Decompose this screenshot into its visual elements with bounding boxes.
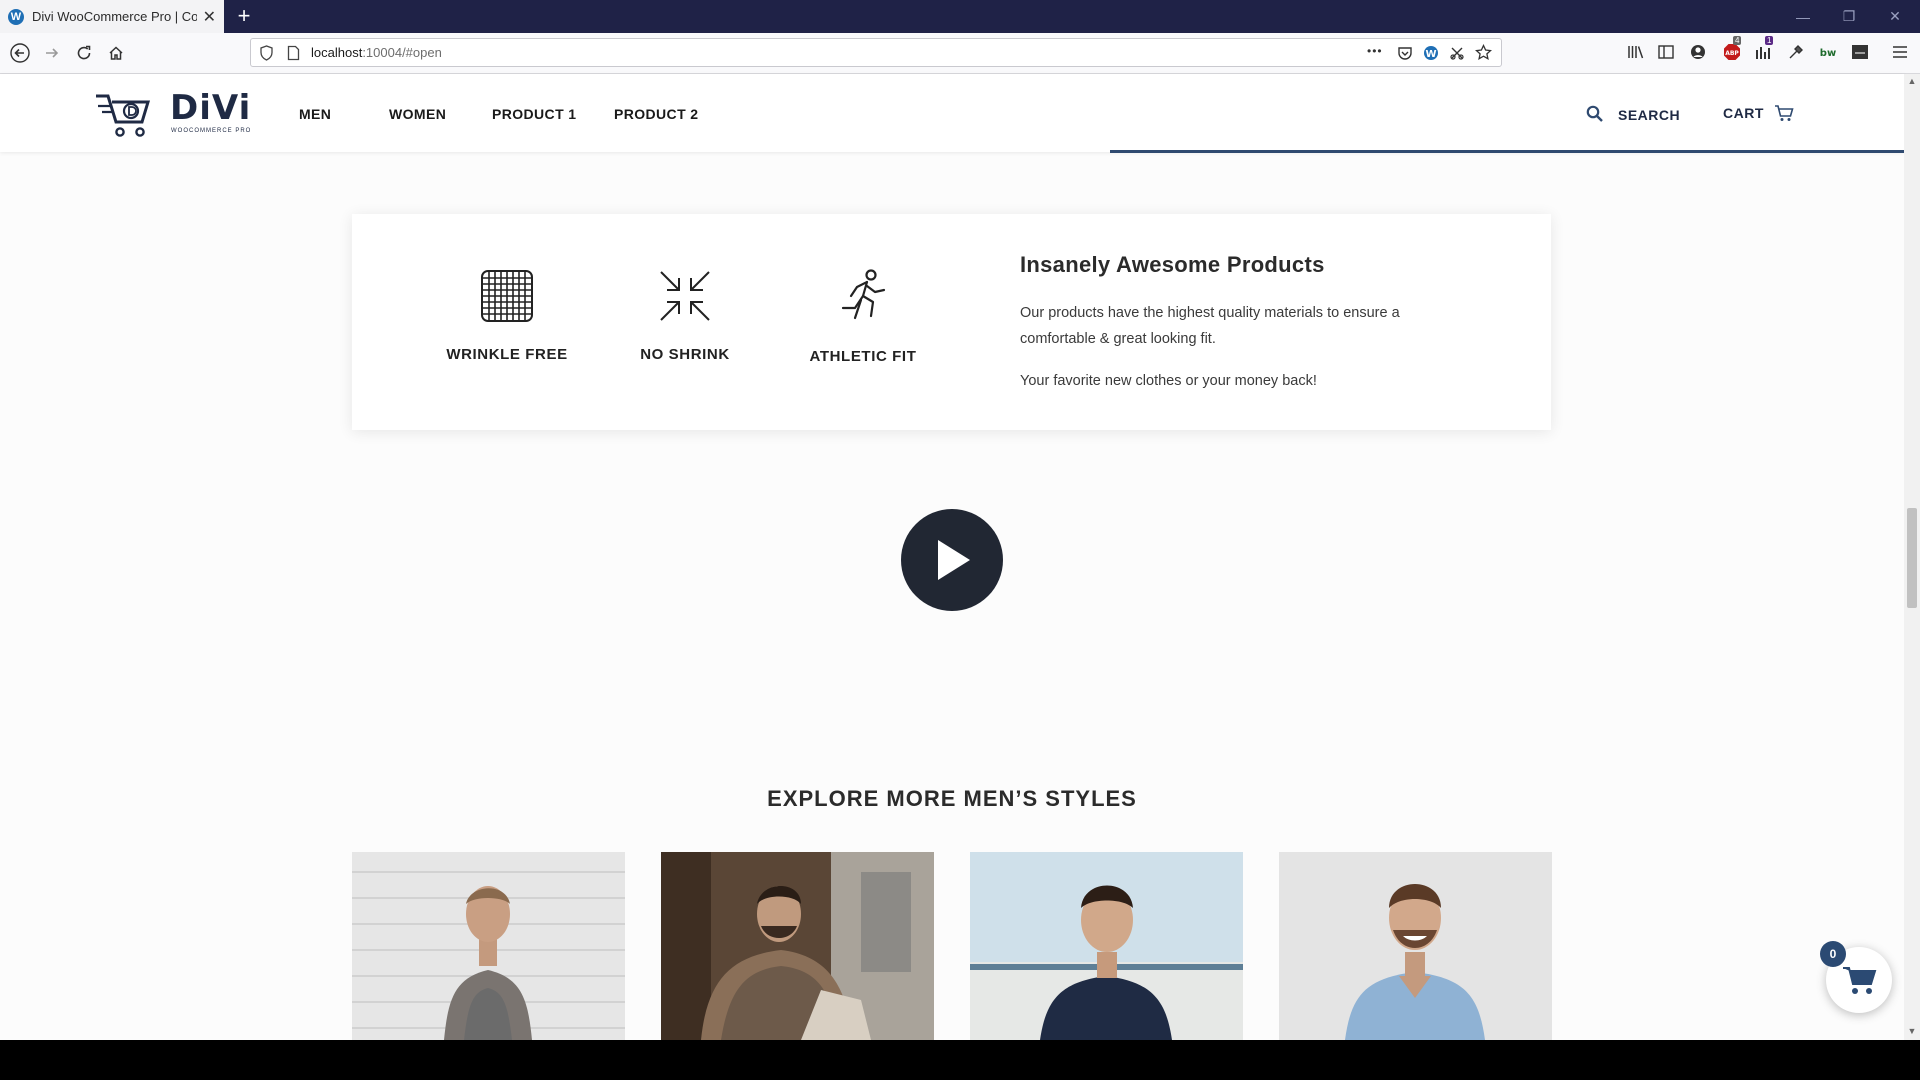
library-icon	[1628, 46, 1644, 59]
man-denim-shirt-photo[interactable]	[1279, 852, 1552, 1040]
play-icon	[938, 540, 970, 580]
svg-text:W: W	[1425, 49, 1436, 60]
new-tab-button[interactable]: +	[232, 4, 256, 28]
back-button[interactable]	[8, 41, 32, 65]
cart-count-badge: 0	[1820, 941, 1846, 967]
library-button[interactable]	[1626, 42, 1646, 62]
man-printed-shirt-photo[interactable]	[661, 852, 934, 1040]
url-text: localhost:10004/#open	[311, 45, 442, 60]
tab-strip: W Divi WooCommerce Pro | Com ✕ + — ❐ ✕	[0, 0, 1920, 33]
home-icon	[109, 46, 123, 60]
back-arrow-icon	[10, 43, 30, 63]
video-play-button[interactable]	[901, 509, 1003, 611]
home-button[interactable]	[104, 41, 128, 65]
explore-section-title: EXPLORE MORE MEN’S STYLES	[767, 786, 1137, 811]
site-header: DiVi WOOCOMMERCE PRO MEN WOMEN PRODUCT 1…	[0, 74, 1904, 152]
header-progress-bar	[1110, 150, 1904, 153]
cart-icon	[1843, 967, 1877, 994]
features-guarantee: Your favorite new clothes or your money …	[1020, 373, 1317, 389]
nav-product-2[interactable]: PRODUCT 2	[614, 106, 699, 122]
hamburger-menu-icon	[1893, 46, 1907, 58]
reload-icon	[77, 45, 91, 60]
address-bar[interactable]: localhost:10004/#open ••• W	[250, 38, 1502, 67]
dark-extension-button[interactable]	[1850, 42, 1870, 62]
sidebar-icon	[1658, 45, 1674, 59]
browser-tab-active[interactable]: W Divi WooCommerce Pro | Com ✕	[0, 0, 224, 33]
pocket-icon[interactable]	[1397, 45, 1413, 61]
page-info-icon	[287, 45, 300, 61]
man-polo-photo[interactable]	[970, 852, 1243, 1040]
screenshot-tool-icon[interactable]	[1449, 45, 1465, 61]
cart-link[interactable]: CART	[1723, 104, 1794, 122]
sidebar-button[interactable]	[1656, 42, 1676, 62]
browser-toolbar: localhost:10004/#open ••• W ABP 4 1 bw	[0, 33, 1920, 74]
forward-arrow-icon	[46, 48, 59, 58]
screen-bottom-bar	[0, 1040, 1920, 1080]
man-tank-top-photo[interactable]	[352, 852, 625, 1040]
cart-icon	[1774, 105, 1794, 121]
scroll-up-arrow-icon[interactable]: ▲	[1907, 76, 1917, 86]
account-icon	[1691, 45, 1705, 59]
features-description: Our products have the highest quality ma…	[1020, 305, 1400, 347]
nav-product-1[interactable]: PRODUCT 1	[492, 106, 577, 122]
shield-icon	[260, 45, 273, 61]
page-actions-menu[interactable]: •••	[1367, 44, 1383, 58]
tab-title: Divi WooCommerce Pro | Com	[32, 9, 197, 24]
browser-window: W Divi WooCommerce Pro | Com ✕ + — ❐ ✕ l…	[0, 0, 1920, 1040]
window-close-button[interactable]: ✕	[1872, 0, 1918, 33]
features-card: WRINKLE FREE NO SHRINK ATHLETIC FIT Insa…	[352, 214, 1551, 430]
stats-extension-button[interactable]: 1	[1754, 36, 1774, 62]
cart-label: CART	[1723, 105, 1764, 121]
wordpress-extension-icon[interactable]: W	[1423, 45, 1439, 61]
window-minimize-button[interactable]: —	[1780, 0, 1826, 33]
feature-no-shrink: NO SHRINK	[610, 268, 760, 363]
eyedropper-icon	[1789, 45, 1803, 59]
stats-count-badge: 1	[1765, 36, 1774, 45]
forward-button[interactable]	[40, 41, 64, 65]
svg-text:bw: bw	[1820, 48, 1836, 59]
feature-wrinkle-free: WRINKLE FREE	[432, 268, 582, 363]
features-title: Insanely Awesome Products	[1020, 252, 1325, 277]
search-icon	[1586, 105, 1603, 122]
browser-menu-button[interactable]	[1890, 42, 1910, 62]
feature-athletic-fit: ATHLETIC FIT	[788, 268, 938, 365]
feature-label: NO SHRINK	[640, 346, 730, 363]
logo-wordmark[interactable]: DiVi	[170, 88, 251, 128]
tab-close-icon[interactable]: ✕	[203, 7, 216, 27]
logo-subtitle: WOOCOMMERCE PRO	[171, 128, 252, 134]
adblock-count-badge: 4	[1733, 36, 1742, 45]
bar-stats-icon	[1756, 47, 1770, 59]
feature-label: ATHLETIC FIT	[809, 348, 917, 365]
bw-extension-button[interactable]: bw	[1818, 42, 1838, 62]
search-button[interactable]: SEARCH	[1586, 104, 1680, 123]
runner-icon	[841, 269, 886, 320]
page-scrollbar[interactable]: ▲ ▼	[1904, 74, 1920, 1040]
search-label: SEARCH	[1618, 107, 1681, 123]
account-button[interactable]	[1688, 42, 1708, 62]
adblock-stop-icon: ABP	[1724, 44, 1740, 60]
scrollbar-thumb[interactable]	[1907, 508, 1917, 608]
wordpress-favicon-icon: W	[8, 8, 24, 25]
eyedropper-extension-button[interactable]	[1786, 42, 1806, 62]
compress-arrows-icon	[660, 271, 710, 321]
bw-extension-icon: bw	[1819, 45, 1837, 59]
grid-fabric-icon	[481, 270, 533, 322]
nav-men[interactable]: MEN	[299, 106, 331, 122]
window-restore-button[interactable]: ❐	[1826, 0, 1872, 33]
dark-mode-extension-icon	[1852, 45, 1868, 59]
reload-button[interactable]	[72, 41, 96, 65]
svg-text:ABP: ABP	[1725, 50, 1739, 57]
feature-label: WRINKLE FREE	[446, 346, 568, 363]
bookmark-star-icon[interactable]	[1475, 44, 1492, 61]
adblock-extension-button[interactable]: ABP 4	[1722, 36, 1742, 62]
scroll-down-arrow-icon[interactable]: ▼	[1907, 1026, 1917, 1036]
nav-women[interactable]: WOMEN	[389, 106, 446, 122]
